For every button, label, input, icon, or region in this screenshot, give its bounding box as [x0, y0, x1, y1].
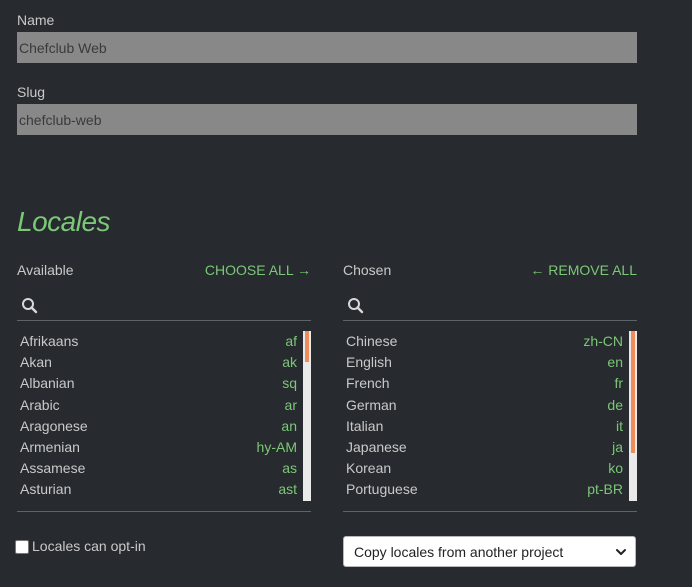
chosen-scroll-thumb[interactable]	[631, 331, 635, 453]
locale-code: zh-CN	[583, 333, 623, 349]
locale-name: Armenian	[20, 439, 80, 455]
locale-code: ak	[282, 354, 297, 371]
locale-name: Albanian	[20, 375, 75, 392]
remove-all-button[interactable]: ← REMOVE ALL	[500, 262, 637, 278]
locale-code: sq	[282, 375, 297, 392]
name-input-value: Chefclub Web	[19, 39, 107, 56]
locale-list-item[interactable]: Korean ko	[343, 458, 623, 479]
choose-all-button[interactable]: CHOOSE ALL →	[180, 262, 311, 278]
locale-list-item[interactable]: Chinese zh-CN	[343, 331, 623, 352]
available-locale-list[interactable]: Afrikaans af Akan ak Albanian sq Arabic ar Arago…	[17, 331, 311, 512]
chosen-search[interactable]	[343, 297, 637, 321]
locale-name: Japanese	[346, 439, 407, 455]
locale-list-item[interactable]: Akan ak	[17, 352, 297, 373]
locale-list-item[interactable]: Asturian ast	[17, 479, 297, 500]
available-scroll-thumb[interactable]	[305, 331, 309, 362]
locale-list-item[interactable]: Aragonese an	[17, 416, 297, 437]
locale-name: Italian	[346, 417, 384, 434]
locale-name: Portuguese	[346, 481, 418, 498]
opt-in-checkbox[interactable]	[15, 540, 29, 554]
locale-list-item[interactable]: Armenian hy-AM	[17, 437, 297, 458]
locale-name: Aragonese	[20, 417, 88, 434]
locale-list-item[interactable]: German de	[343, 395, 623, 416]
available-label: Available	[17, 262, 74, 278]
locale-list-item[interactable]: Albanian sq	[17, 373, 297, 394]
locale-code: ast	[278, 481, 297, 498]
locale-list-item[interactable]: Afrikaans af	[17, 331, 297, 352]
slug-label: Slug	[17, 84, 46, 100]
locale-name: German	[346, 396, 397, 413]
locale-name: French	[346, 375, 390, 392]
slug-input[interactable]: chefclub-web	[17, 104, 637, 135]
opt-in-label: Locales can opt-in	[32, 538, 146, 554]
locale-code: pt-BR	[587, 481, 623, 498]
locale-code: de	[607, 396, 623, 413]
chosen-label: Chosen	[343, 262, 392, 278]
locale-code: fr	[614, 375, 623, 392]
locale-name: Afrikaans	[20, 333, 79, 349]
name-input[interactable]: Chefclub Web	[17, 32, 637, 63]
search-icon	[348, 298, 364, 314]
locale-code: hy-AM	[256, 439, 297, 455]
chosen-locale-list[interactable]: Chinese zh-CN English en French fr German de Ita…	[343, 331, 637, 512]
locale-code: af	[285, 333, 297, 349]
locale-name: Arabic	[20, 396, 60, 413]
locale-list-item[interactable]: Japanese ja	[343, 437, 623, 458]
slug-input-value: chefclub-web	[19, 111, 102, 128]
locale-name: Asturian	[20, 481, 72, 498]
locale-name: Korean	[346, 460, 392, 477]
locales-heading: Locales	[17, 206, 111, 237]
locale-code: ko	[608, 460, 623, 477]
locale-name: Akan	[20, 354, 52, 371]
locale-list-item[interactable]: Assamese as	[17, 458, 297, 479]
locale-list-item[interactable]: English en	[343, 352, 623, 373]
locale-list-item[interactable]: Arabic ar	[17, 395, 297, 416]
copy-locales-select[interactable]: Copy locales from another project	[343, 536, 636, 567]
locale-name: Chinese	[346, 333, 398, 349]
available-search[interactable]	[17, 297, 311, 321]
locale-code: en	[607, 354, 623, 371]
locale-list-item[interactable]: French fr	[343, 373, 623, 394]
copy-locales-select-value: Copy locales from another project	[354, 543, 564, 560]
locale-code: it	[616, 417, 623, 434]
chevron-down-icon	[616, 549, 626, 555]
available-scrollbar[interactable]	[303, 331, 311, 501]
locale-code: as	[282, 460, 297, 477]
locale-code: ja	[612, 439, 623, 455]
locale-name: Assamese	[20, 460, 86, 477]
name-label: Name	[17, 12, 55, 28]
search-icon	[22, 298, 38, 314]
locale-code: ar	[284, 396, 297, 413]
locale-name: English	[346, 354, 392, 371]
locale-code: an	[281, 417, 297, 434]
locale-list-item[interactable]: Italian it	[343, 416, 623, 437]
locale-list-item[interactable]: Portuguese pt-BR	[343, 479, 623, 500]
chosen-scrollbar[interactable]	[629, 331, 637, 501]
